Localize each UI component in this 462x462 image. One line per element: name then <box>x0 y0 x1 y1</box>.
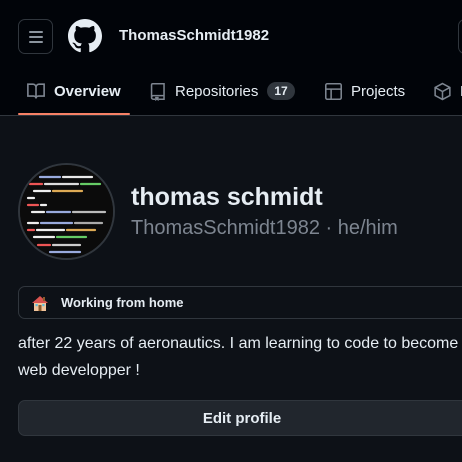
header: ThomasSchmidt1982 Overview Repositories … <box>0 0 462 116</box>
tab-label: Projects <box>351 82 406 100</box>
header-action-button[interactable] <box>458 19 462 54</box>
header-username[interactable]: ThomasSchmidt1982 <box>119 27 269 44</box>
tab-overview[interactable]: Overview <box>26 80 121 102</box>
menu-button[interactable] <box>18 19 53 54</box>
avatar-code-image <box>20 165 113 258</box>
tab-label: Repositories <box>175 82 259 100</box>
status-badge[interactable]: Working from home <box>18 286 462 319</box>
tab-packages[interactable]: P <box>433 80 462 102</box>
status-text: Working from home <box>61 295 184 310</box>
repo-icon <box>150 82 165 101</box>
table-icon <box>325 82 342 100</box>
edit-profile-button[interactable]: Edit profile <box>18 400 462 436</box>
repositories-count-badge: 17 <box>267 82 295 100</box>
tab-projects[interactable]: Projects <box>324 80 405 102</box>
edit-profile-label: Edit profile <box>202 409 282 427</box>
tab-repositories[interactable]: Repositories 17 <box>148 80 295 102</box>
github-logo-icon[interactable] <box>68 19 102 53</box>
house-icon <box>32 295 48 311</box>
avatar[interactable] <box>18 163 115 260</box>
selected-tab-indicator <box>18 113 130 115</box>
tab-label: Overview <box>54 82 121 100</box>
profile-handle: ThomasSchmidt1982 · he/him <box>131 217 398 239</box>
book-icon <box>27 83 45 99</box>
package-icon <box>434 82 451 100</box>
profile-bio: after 22 years of aeronautics. I am lear… <box>18 335 462 379</box>
profile-display-name: thomas schmidt <box>131 183 323 211</box>
profile-page: ThomasSchmidt1982 Overview Repositories … <box>0 0 462 462</box>
